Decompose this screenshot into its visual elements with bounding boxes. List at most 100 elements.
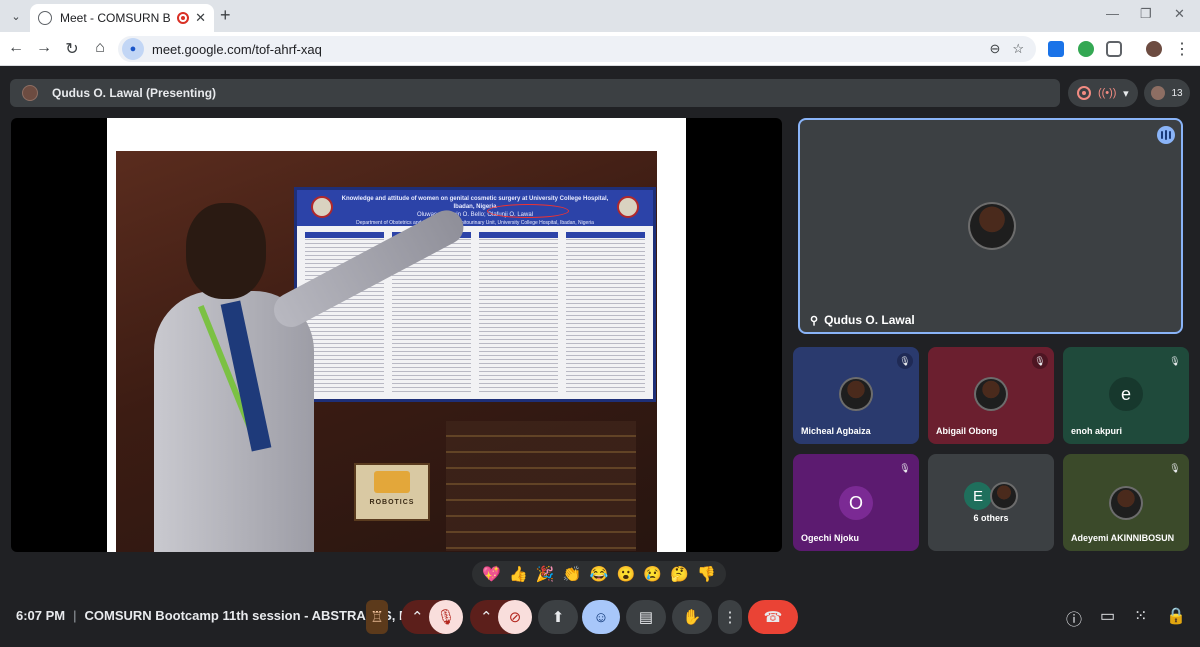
thumbs-up-reaction[interactable]: 👍 bbox=[509, 565, 528, 583]
slide-photo: Knowledge and attitude of women on genit… bbox=[116, 151, 657, 552]
participant-name: Adeyemi AKINNIBOSUN bbox=[1071, 533, 1175, 543]
participant-tile[interactable]: 🎙 e enoh akpuri bbox=[1063, 347, 1189, 444]
party-popper-reaction[interactable]: 🎉 bbox=[536, 565, 555, 583]
camera-off-button[interactable]: ⊘ bbox=[498, 600, 532, 634]
laughing-reaction[interactable]: 😂 bbox=[590, 565, 609, 583]
present-screen-icon: ⬆ bbox=[551, 609, 565, 626]
presenter-head bbox=[186, 203, 266, 299]
speaking-indicator-icon bbox=[1157, 126, 1175, 144]
tab-title: Meet - COMSURN Bootcam bbox=[60, 11, 171, 25]
leave-call-button[interactable]: ☎ bbox=[748, 600, 798, 634]
poster-header: Knowledge and attitude of women on genit… bbox=[297, 190, 653, 226]
forward-icon[interactable]: → bbox=[34, 39, 54, 57]
chevron-up-icon[interactable]: ⌃ bbox=[480, 608, 493, 626]
site-info-icon[interactable]: ● bbox=[122, 38, 144, 60]
close-window-icon[interactable]: ✕ bbox=[1174, 6, 1185, 22]
captions-icon: ▤ bbox=[638, 609, 654, 626]
participant-tile[interactable]: 🎙 Micheal Agbaiza bbox=[793, 347, 919, 444]
extensions-icon[interactable] bbox=[1106, 41, 1122, 57]
participant-avatar bbox=[839, 377, 873, 411]
display-stand bbox=[446, 421, 636, 551]
recording-icon bbox=[177, 12, 190, 24]
present-now-button[interactable]: ⬆ bbox=[538, 600, 578, 634]
reactions-button[interactable]: ☺ bbox=[582, 600, 620, 634]
university-logo bbox=[617, 196, 639, 218]
participant-initial-avatar: e bbox=[1109, 377, 1143, 411]
chevron-up-icon[interactable]: ⌃ bbox=[411, 608, 424, 626]
chevron-down-icon: ▾ bbox=[1123, 87, 1129, 100]
companion-mode-icon[interactable]: ♖ bbox=[366, 600, 388, 634]
recording-icon bbox=[1077, 86, 1092, 100]
emoji-icon: ☺ bbox=[593, 608, 609, 626]
browser-tab[interactable]: Meet - COMSURN Bootcam ✕ bbox=[30, 4, 214, 32]
activities-icon[interactable]: ⁙ bbox=[1134, 606, 1147, 626]
surprised-reaction[interactable]: 😮 bbox=[616, 565, 635, 583]
close-tab-icon[interactable]: ✕ bbox=[195, 10, 206, 26]
participant-avatar-icon bbox=[1151, 86, 1166, 100]
mic-off-icon: 🎙 bbox=[1169, 355, 1181, 366]
participant-initial-avatar: O bbox=[839, 486, 873, 520]
meeting-info: 6:07 PM | COMSURN Bootcamp 11th session - … bbox=[16, 608, 417, 623]
participant-count: 13 bbox=[1171, 87, 1183, 99]
microphone-off-button[interactable]: 🎙 bbox=[429, 600, 463, 634]
thinking-reaction[interactable]: 🤔 bbox=[670, 565, 689, 583]
participant-name: Micheal Agbaiza bbox=[801, 426, 871, 436]
crying-reaction[interactable]: 😢 bbox=[643, 565, 662, 583]
restore-icon[interactable]: ❐ bbox=[1140, 6, 1152, 22]
video-off-icon: ⊘ bbox=[508, 609, 522, 626]
address-bar: ← → ↻ ⌂ ● meet.google.com/tof-ahrf-xaq ⊖… bbox=[0, 32, 1200, 66]
participant-name: enoh akpuri bbox=[1071, 426, 1123, 436]
zoom-icon[interactable]: ⊖ bbox=[989, 41, 1000, 57]
presenter-label: Qudus O. Lawal (Presenting) bbox=[52, 86, 217, 100]
presentation-stage: Knowledge and attitude of women on genit… bbox=[11, 118, 782, 552]
poster-title: Knowledge and attitude of women on genit… bbox=[341, 196, 609, 210]
pin-icon: ⚲ bbox=[810, 314, 819, 327]
minimize-icon[interactable]: — bbox=[1106, 6, 1119, 21]
bookmark-star-icon[interactable]: ☆ bbox=[1012, 41, 1024, 57]
back-icon[interactable]: ← bbox=[6, 39, 26, 57]
more-vert-icon: ⋮ bbox=[722, 609, 738, 626]
sparkling-heart-reaction[interactable]: 💖 bbox=[482, 565, 501, 583]
robotics-sign: ROBOTICS bbox=[354, 463, 430, 521]
participant-name: Ogechi Njoku bbox=[801, 533, 860, 543]
cast-extension-icon[interactable] bbox=[1048, 41, 1064, 57]
others-count-label: 6 others bbox=[973, 513, 1009, 523]
poster-column bbox=[566, 232, 645, 392]
participant-avatar bbox=[968, 202, 1016, 250]
host-controls-icon[interactable]: 🔒 bbox=[1166, 606, 1186, 626]
recording-status-pill[interactable]: ((•)) ▾ bbox=[1068, 79, 1138, 107]
participant-avatar bbox=[1109, 486, 1143, 520]
raise-hand-button[interactable]: ✋ bbox=[672, 600, 712, 634]
others-tile[interactable]: E 6 others bbox=[928, 454, 1054, 551]
live-stream-icon: ((•)) bbox=[1097, 87, 1117, 99]
grammarly-extension-icon[interactable] bbox=[1078, 41, 1094, 57]
reload-icon[interactable]: ↻ bbox=[62, 39, 82, 59]
tab-search-icon[interactable]: ⌄ bbox=[6, 6, 26, 26]
browser-tab-bar: ⌄ Meet - COMSURN Bootcam ✕ + — ❐ ✕ bbox=[0, 0, 1200, 32]
clapping-reaction[interactable]: 👏 bbox=[563, 565, 582, 583]
university-logo bbox=[311, 196, 333, 218]
home-icon[interactable]: ⌂ bbox=[90, 39, 110, 57]
meeting-details-icon[interactable]: ⓘ bbox=[1066, 606, 1082, 630]
participant-tile[interactable]: 🎙 O Ogechi Njoku bbox=[793, 454, 919, 551]
chat-icon[interactable]: ▭ bbox=[1100, 606, 1115, 626]
featured-participant-tile[interactable]: ⚲ Qudus O. Lawal bbox=[798, 118, 1183, 334]
mic-off-icon: 🎙 bbox=[899, 462, 911, 473]
profile-avatar[interactable] bbox=[1146, 41, 1162, 57]
participant-tile[interactable]: 🎙 Adeyemi AKINNIBOSUN bbox=[1063, 454, 1189, 551]
omnibox[interactable]: ● meet.google.com/tof-ahrf-xaq ⊖ ☆ bbox=[118, 36, 1036, 62]
url-text[interactable]: meet.google.com/tof-ahrf-xaq bbox=[152, 42, 989, 57]
red-ellipse-annotation bbox=[487, 204, 569, 218]
poster-authors: Oluwasomidoyin O. Bello; Olafunji O. Law… bbox=[416, 212, 534, 218]
thumbs-down-reaction[interactable]: 👎 bbox=[697, 565, 716, 583]
mic-off-icon: 🎙 bbox=[897, 353, 913, 369]
new-tab-icon[interactable]: + bbox=[220, 5, 231, 26]
more-options-button[interactable]: ⋮ bbox=[718, 600, 742, 634]
captions-button[interactable]: ▤ bbox=[626, 600, 666, 634]
participant-name: ⚲ Qudus O. Lawal bbox=[810, 313, 915, 327]
menu-kebab-icon[interactable]: ⋮ bbox=[1172, 39, 1192, 59]
mic-off-icon: 🎙 bbox=[436, 609, 456, 626]
participant-tile[interactable]: 🎙 Abigail Obong bbox=[928, 347, 1054, 444]
people-count-pill[interactable]: 13 bbox=[1144, 79, 1190, 107]
hand-icon: ✋ bbox=[682, 609, 702, 626]
